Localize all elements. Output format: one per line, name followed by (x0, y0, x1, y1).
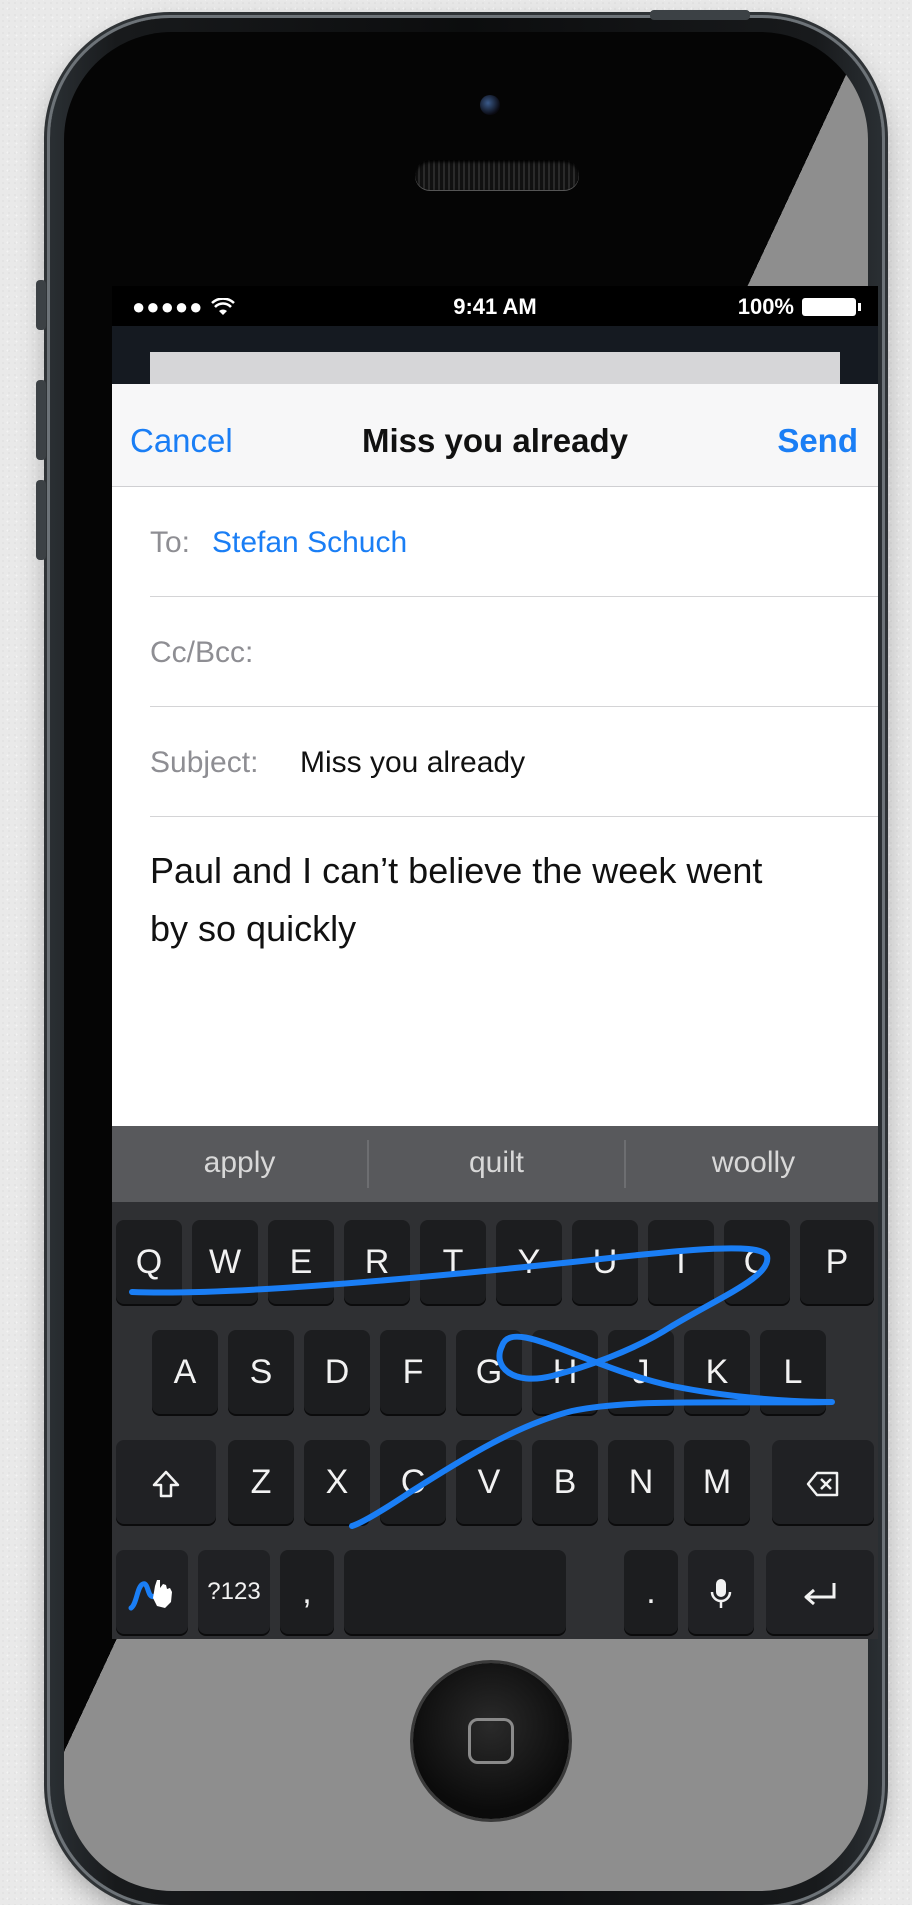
subject-value[interactable]: Miss you already (300, 746, 525, 780)
status-bar: ●●●●● 9:41 AM 100% (112, 286, 878, 326)
mute-switch (36, 280, 46, 330)
power-button (650, 10, 750, 20)
cc-bcc-field[interactable]: Cc/Bcc: (150, 596, 878, 707)
key-r[interactable]: R (344, 1220, 410, 1304)
key-v[interactable]: V (456, 1440, 522, 1524)
message-body[interactable]: Paul and I can’t believe the week went b… (150, 842, 770, 958)
key-s[interactable]: S (228, 1330, 294, 1414)
keyboard: Q W E R T Y U I O P A S D F G H J K L Z … (112, 1202, 878, 1639)
comma-key[interactable]: , (280, 1550, 334, 1634)
battery-icon (802, 298, 861, 316)
swype-key[interactable] (116, 1550, 188, 1634)
suggestion-1[interactable]: apply (112, 1146, 367, 1180)
volume-down-button (36, 480, 46, 560)
delete-key[interactable] (772, 1440, 874, 1524)
key-p[interactable]: P (800, 1220, 874, 1304)
swype-logo-icon (128, 1580, 172, 1611)
key-o[interactable]: O (724, 1220, 790, 1304)
shift-icon (152, 1470, 180, 1498)
key-d[interactable]: D (304, 1330, 370, 1414)
battery-status: 100% (738, 294, 861, 320)
screen: ●●●●● 9:41 AM 100% Cancel Miss you alrea… (112, 286, 878, 1639)
key-y[interactable]: Y (496, 1220, 562, 1304)
key-w[interactable]: W (192, 1220, 258, 1304)
microphone-icon (710, 1579, 732, 1609)
key-q[interactable]: Q (116, 1220, 182, 1304)
front-camera (480, 95, 500, 115)
key-x[interactable]: X (304, 1440, 370, 1524)
key-m[interactable]: M (684, 1440, 750, 1524)
key-l[interactable]: L (760, 1330, 826, 1414)
key-c[interactable]: C (380, 1440, 446, 1524)
suggestion-2[interactable]: quilt (369, 1146, 624, 1180)
key-b[interactable]: B (532, 1440, 598, 1524)
suggestion-3[interactable]: woolly (626, 1146, 878, 1180)
backspace-icon (806, 1471, 839, 1497)
suggestion-bar: apply quilt woolly (112, 1126, 878, 1202)
key-u[interactable]: U (572, 1220, 638, 1304)
send-button[interactable]: Send (777, 422, 858, 460)
home-button[interactable] (413, 1663, 569, 1819)
volume-up-button (36, 380, 46, 460)
compose-title: Miss you already (362, 422, 628, 459)
key-t[interactable]: T (420, 1220, 486, 1304)
subject-label: Subject: (150, 746, 259, 779)
microphone-key[interactable] (688, 1550, 754, 1634)
to-label: To: (150, 526, 191, 559)
to-recipient[interactable]: Stefan Schuch (212, 526, 407, 560)
subject-field[interactable]: Subject: Miss you already (150, 706, 878, 817)
key-h[interactable]: H (532, 1330, 598, 1414)
to-field[interactable]: To: Stefan Schuch (150, 486, 878, 597)
key-n[interactable]: N (608, 1440, 674, 1524)
key-f[interactable]: F (380, 1330, 446, 1414)
key-k[interactable]: K (684, 1330, 750, 1414)
return-icon (804, 1583, 836, 1606)
shift-key[interactable] (116, 1440, 216, 1524)
key-j[interactable]: J (608, 1330, 674, 1414)
space-key[interactable] (344, 1550, 566, 1634)
earpiece-speaker (415, 160, 579, 190)
key-i[interactable]: I (648, 1220, 714, 1304)
key-g[interactable]: G (456, 1330, 522, 1414)
home-square-icon (468, 1718, 514, 1764)
compose-nav-bar: Cancel Miss you already Send (112, 384, 878, 487)
return-key[interactable] (766, 1550, 874, 1634)
key-a[interactable]: A (152, 1330, 218, 1414)
numbers-key[interactable]: ?123 (198, 1550, 270, 1634)
period-key[interactable]: . (624, 1550, 678, 1634)
key-e[interactable]: E (268, 1220, 334, 1304)
key-z[interactable]: Z (228, 1440, 294, 1524)
cc-bcc-label: Cc/Bcc: (150, 636, 254, 669)
